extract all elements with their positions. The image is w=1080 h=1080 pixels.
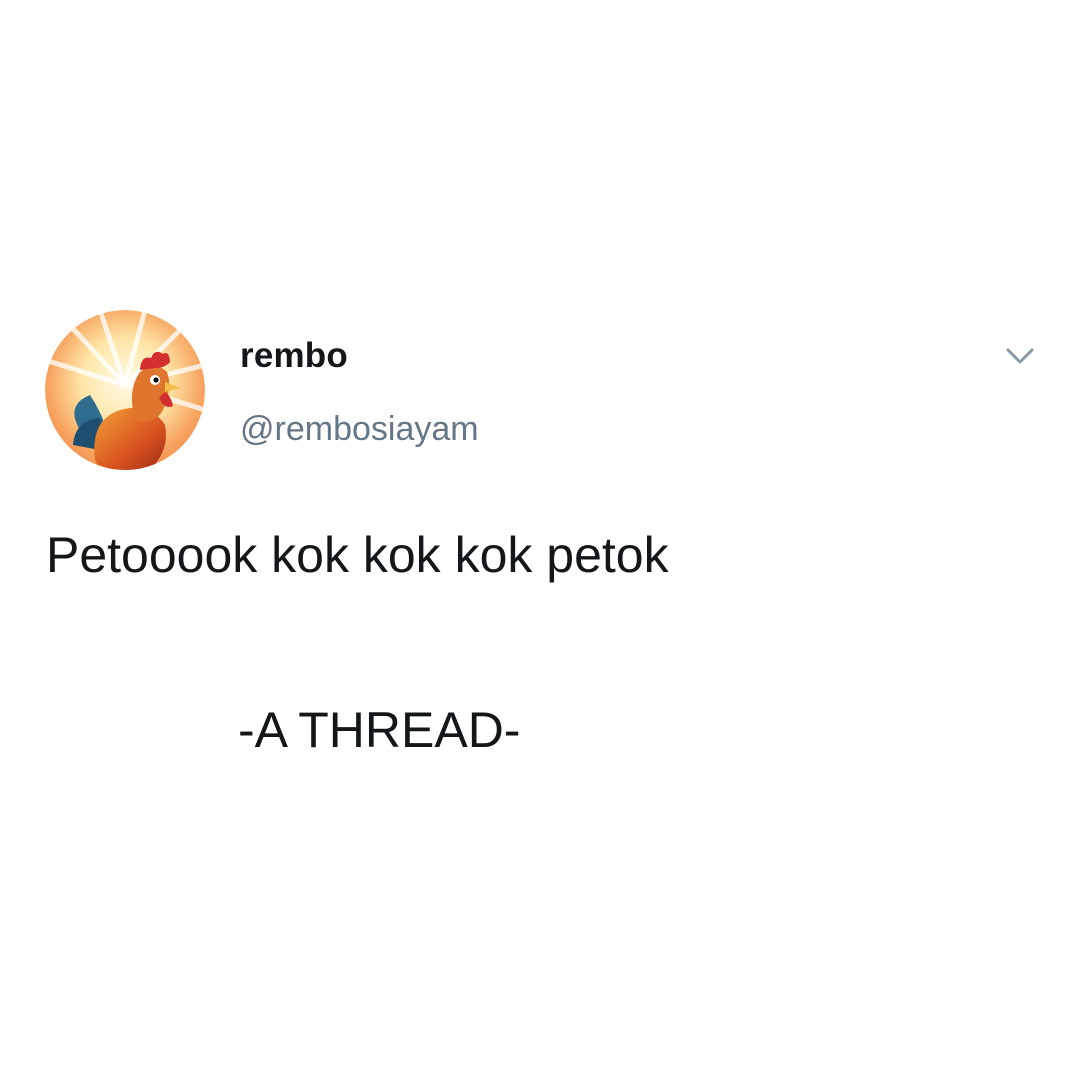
tweet-text-line: -A THREAD- [238,702,521,758]
author-handle[interactable]: @rembosiayam [240,410,479,449]
avatar[interactable] [45,310,205,470]
rooster-avatar-icon [45,310,205,470]
tweet-text-line: Petooook kok kok kok petok [46,527,669,583]
tweet-card: rembo @rembosiayam Petooook kok kok kok … [0,0,1080,1080]
tweet-text: Petooook kok kok kok petok -A THREAD- [46,525,1046,760]
line-break [46,585,1046,700]
author-display-name[interactable]: rembo [240,336,348,376]
chevron-down-icon [1006,348,1034,364]
tweet-menu-button[interactable] [1000,340,1040,370]
